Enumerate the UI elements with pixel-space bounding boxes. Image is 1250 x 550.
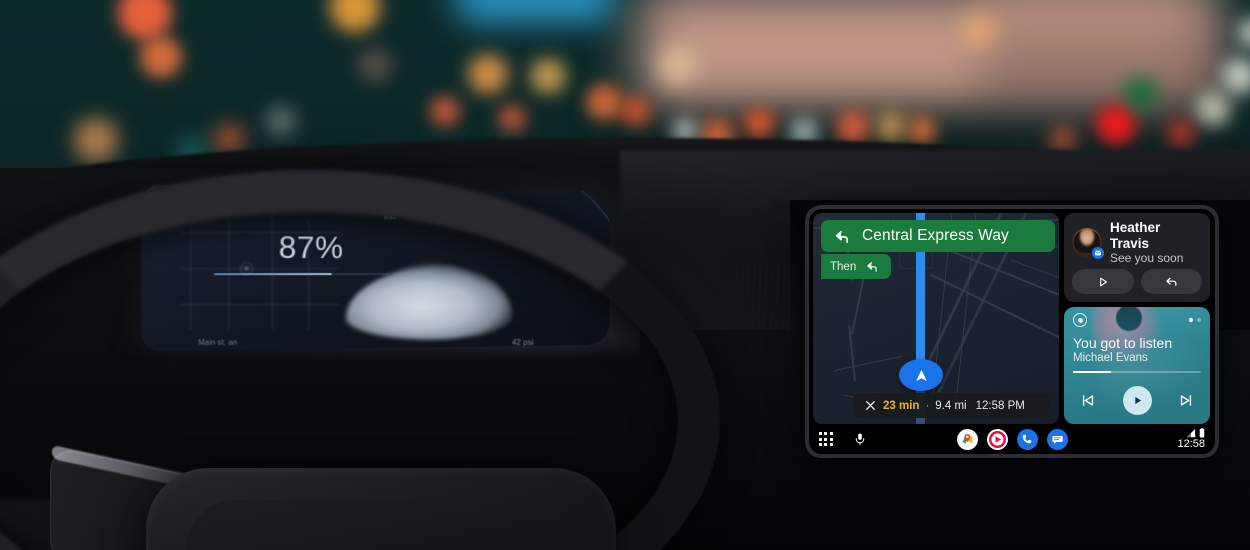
bokeh-light [962, 14, 996, 48]
close-icon[interactable] [864, 399, 877, 412]
steering-wheel-airbag-pad [186, 500, 586, 550]
play-icon [1134, 396, 1141, 405]
then-label: Then [830, 260, 857, 273]
battery-icon [1199, 428, 1205, 438]
media-header [1073, 313, 1201, 327]
status-icons [1186, 428, 1205, 438]
apps-grid-icon[interactable] [819, 432, 833, 446]
bokeh-light [1096, 104, 1136, 144]
reply-message-button[interactable] [1140, 269, 1202, 294]
bokeh-light [1124, 76, 1158, 110]
youtube-music-app-icon[interactable] [986, 428, 1008, 450]
media-progress-bar[interactable] [1073, 371, 1201, 374]
play-icon [1099, 277, 1107, 286]
avatar [1072, 227, 1105, 260]
bokeh-light [836, 110, 870, 144]
play-pause-button[interactable] [1122, 386, 1152, 415]
app-bar-left [819, 431, 867, 447]
media-artist: Michael Evans [1073, 352, 1148, 365]
notification-message: See you soon [1110, 251, 1184, 266]
bokeh-light [876, 112, 906, 142]
notification-header: Heather Travis See you soon [1072, 220, 1202, 265]
bokeh-light [1196, 92, 1230, 126]
bokeh-light [530, 58, 566, 94]
turn-left-icon [835, 230, 848, 243]
bokeh-light [1050, 126, 1076, 152]
eta-bar: 23 min · 9.4 mi 12:58 PM [853, 393, 1049, 418]
bokeh-light [430, 96, 460, 126]
bokeh-light [498, 104, 526, 132]
eta-distance: 9.4 mi [935, 399, 967, 412]
messages-app-icon[interactable] [1046, 428, 1068, 450]
bokeh-light [358, 48, 392, 82]
bokeh-light [74, 118, 118, 162]
skip-next-icon[interactable] [1178, 392, 1195, 409]
signal-icon [1186, 428, 1196, 438]
media-page-dots [1189, 318, 1201, 322]
youtube-music-icon [1073, 313, 1087, 327]
app-bar: 12:58 [809, 424, 1215, 454]
current-location-marker [899, 359, 943, 391]
bokeh-light [658, 46, 696, 84]
turn-street-name: Central Express Way [862, 227, 1009, 244]
message-icon [1091, 245, 1105, 260]
eta-separator: · [925, 399, 930, 412]
right-panel: Heather Travis See you soon You got to l… [1064, 213, 1210, 424]
bokeh-light [140, 36, 182, 78]
media-controls [1073, 386, 1201, 416]
media-content: You got to listen Michael Evans [1064, 307, 1210, 424]
notification-actions [1072, 269, 1202, 294]
turn-instruction-banner: Central Express Way [821, 220, 1055, 252]
bokeh-light [620, 96, 650, 126]
app-bar-apps [809, 428, 1215, 450]
eta-arrival-time: 12:58 PM [975, 399, 1025, 412]
screen-content: Central Express Way Then 23 min · 9.4 mi… [809, 209, 1215, 424]
status-clock: 12:58 [1177, 438, 1205, 450]
play-message-button[interactable] [1072, 269, 1134, 294]
next-turn-chip: Then [821, 254, 892, 279]
navigation-chevron-icon [915, 369, 927, 381]
phone-app-icon[interactable] [1016, 428, 1038, 450]
media-page-dot[interactable] [1197, 318, 1201, 322]
eta-duration: 23 min [883, 399, 920, 412]
car-interior-scene: Charging 150 250 87% Main st. an 42 psi … [0, 0, 1250, 550]
microphone-icon[interactable] [853, 431, 867, 447]
bokeh-light [268, 108, 294, 134]
blue-light-blur [455, 0, 615, 22]
bokeh-light [468, 54, 508, 94]
maps-app-icon[interactable] [956, 428, 978, 450]
steering-wheel [0, 170, 780, 550]
android-auto-screen[interactable]: Central Express Way Then 23 min · 9.4 mi… [809, 209, 1215, 454]
bokeh-light [744, 108, 774, 138]
bokeh-light [586, 84, 622, 120]
notification-text: Heather Travis See you soon [1110, 220, 1202, 265]
notification-card[interactable]: Heather Travis See you soon [1064, 213, 1210, 302]
media-progress-fill [1073, 371, 1112, 374]
media-title: You got to listen [1073, 335, 1173, 351]
bokeh-light [1168, 120, 1194, 146]
reply-icon [1166, 277, 1177, 286]
notification-sender: Heather Travis [1110, 220, 1161, 251]
turn-left-icon [867, 262, 877, 272]
navigation-map[interactable]: Central Express Way Then 23 min · 9.4 mi… [813, 213, 1059, 424]
skip-previous-icon[interactable] [1079, 392, 1096, 409]
media-card[interactable]: You got to listen Michael Evans [1064, 307, 1210, 424]
bokeh-light [908, 116, 936, 144]
media-page-dot[interactable] [1189, 318, 1193, 322]
bokeh-light [1222, 58, 1250, 94]
status-area: 12:58 [1177, 428, 1205, 450]
